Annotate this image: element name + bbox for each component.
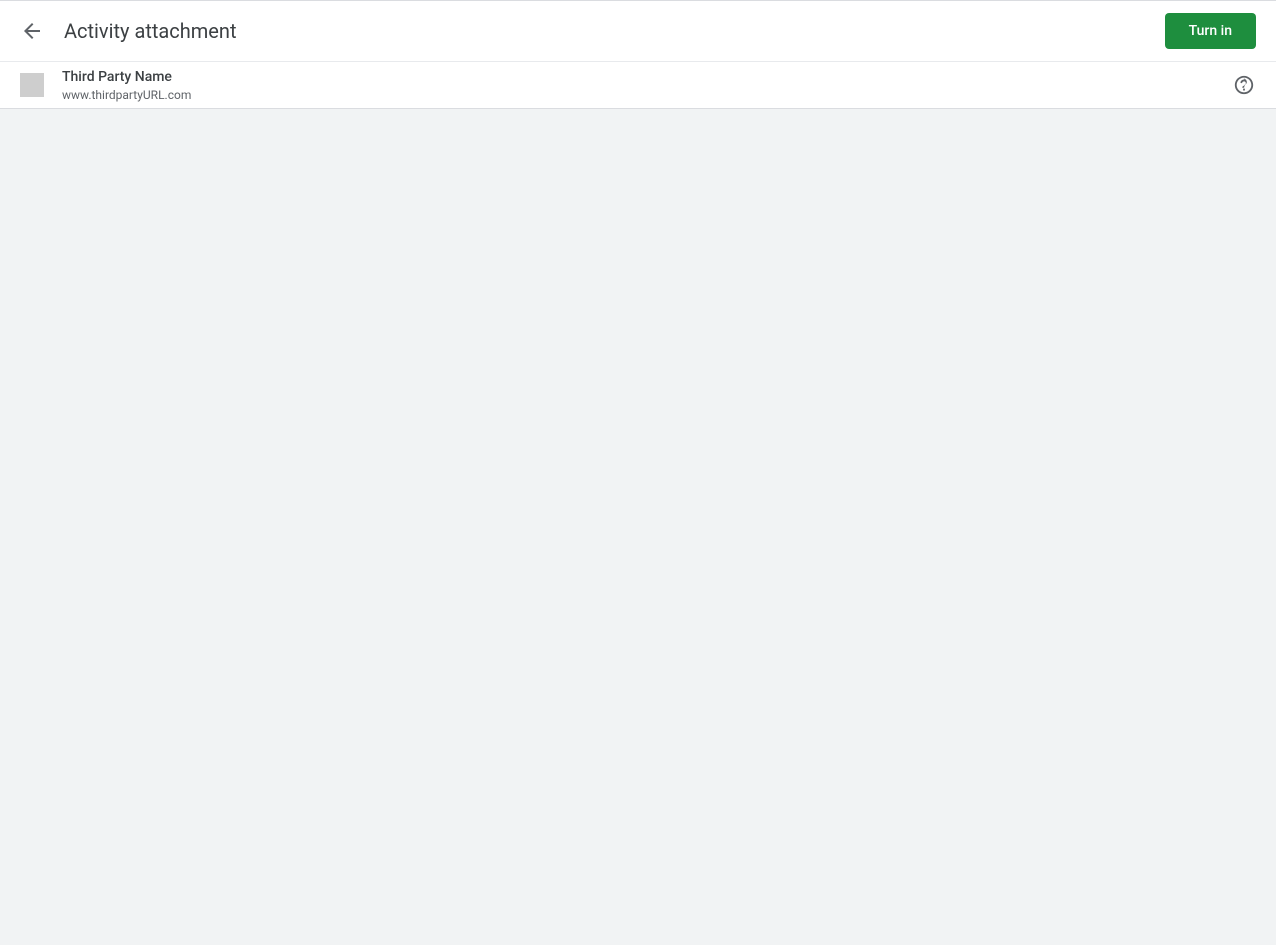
app-url: www.thirdpartyURL.com xyxy=(62,87,191,103)
page-title: Activity attachment xyxy=(64,19,237,43)
arrow-back-icon xyxy=(20,19,44,43)
app-icon-placeholder xyxy=(20,73,44,97)
turn-in-button[interactable]: Turn in xyxy=(1165,13,1256,49)
app-info: Third Party Name www.thirdpartyURL.com xyxy=(62,68,191,103)
sub-header-left: Third Party Name www.thirdpartyURL.com xyxy=(20,68,191,103)
help-icon xyxy=(1233,74,1255,96)
back-button[interactable] xyxy=(20,19,44,43)
help-button[interactable] xyxy=(1232,73,1256,97)
content-area xyxy=(0,109,1276,945)
header-left: Activity attachment xyxy=(20,19,237,43)
app-name: Third Party Name xyxy=(62,68,191,86)
header: Activity attachment Turn in xyxy=(0,1,1276,61)
sub-header: Third Party Name www.thirdpartyURL.com xyxy=(0,61,1276,109)
